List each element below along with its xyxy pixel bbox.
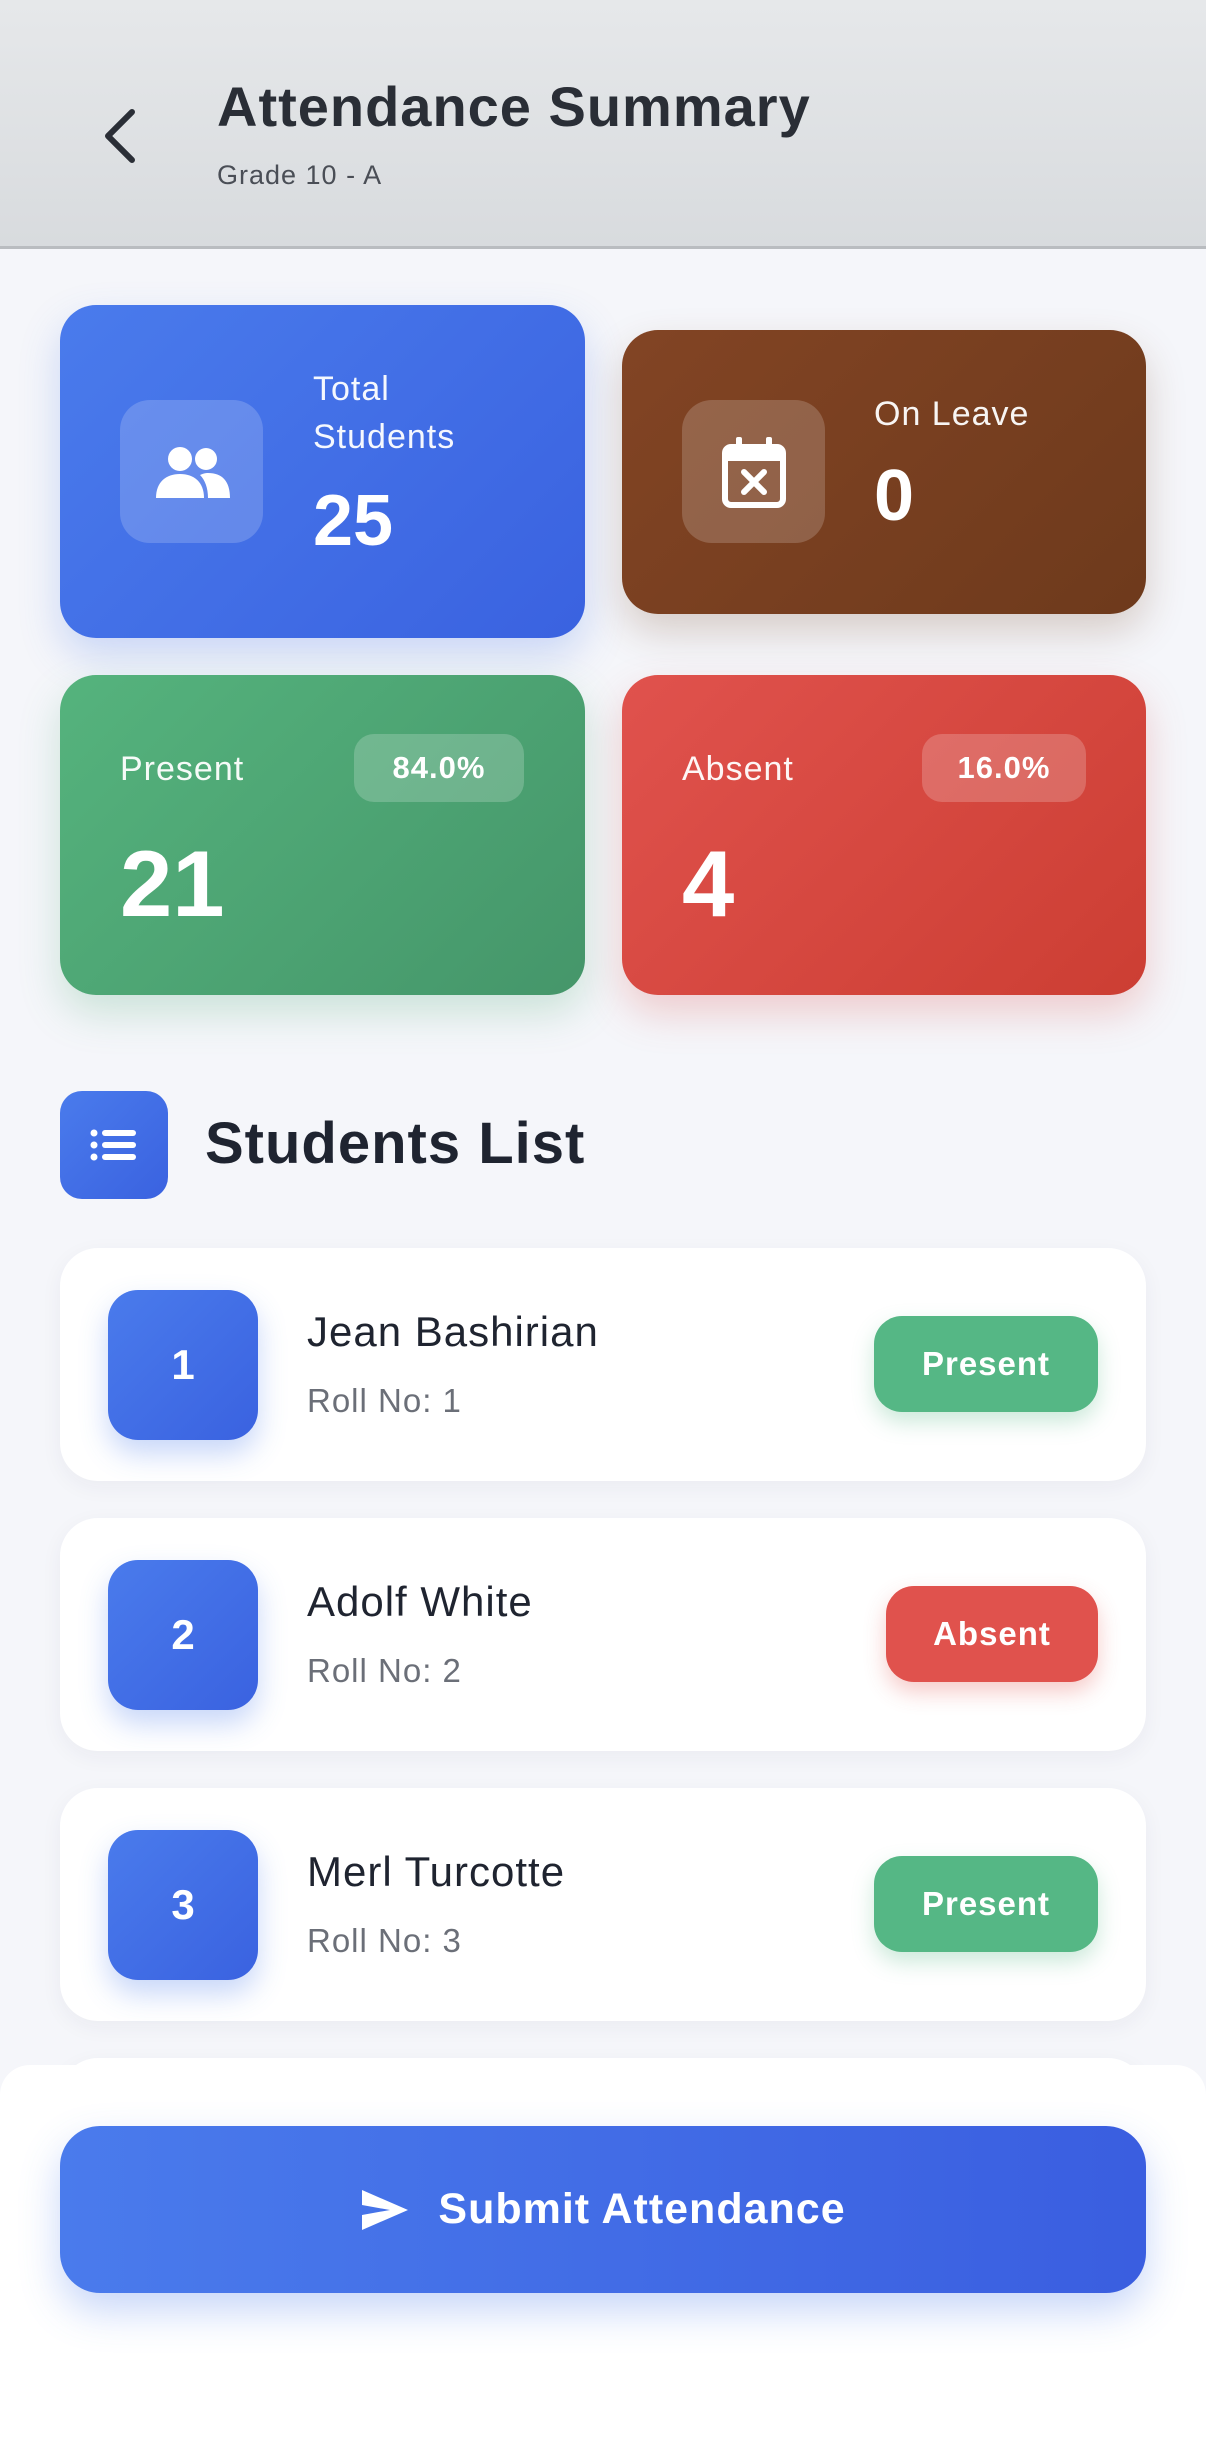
list-icon <box>90 1129 136 1161</box>
student-name: Jean Bashirian <box>307 1308 599 1355</box>
status-toggle-button[interactable]: Present <box>874 1316 1098 1412</box>
absent-card: Absent 16.0% 4 <box>622 675 1146 995</box>
absent-value: 4 <box>682 831 735 936</box>
chevron-left-icon <box>105 109 135 163</box>
on-leave-label: On Leave <box>874 395 1030 433</box>
submit-attendance-label: Submit Attendance <box>438 2185 846 2233</box>
student-row[interactable]: 2 Adolf White Roll No: 2 Absent <box>60 1518 1146 1751</box>
student-roll: Roll No: 2 <box>307 1652 462 1689</box>
app-header: Attendance Summary Grade 10 - A <box>0 0 1206 249</box>
student-number-avatar: 3 <box>108 1830 258 1980</box>
present-label: Present <box>120 750 245 788</box>
on-leave-card: On Leave 0 <box>622 330 1146 614</box>
back-button[interactable] <box>80 86 160 186</box>
calendar-x-icon <box>721 436 786 508</box>
student-roll: Roll No: 3 <box>307 1922 462 1959</box>
student-number-avatar: 1 <box>108 1290 258 1440</box>
student-name: Merl Turcotte <box>307 1848 566 1895</box>
submit-attendance-button[interactable]: Submit Attendance <box>60 2126 1146 2293</box>
people-icon-box <box>120 400 263 543</box>
present-card: Present 84.0% 21 <box>60 675 585 995</box>
student-number-avatar: 2 <box>108 1560 258 1710</box>
student-row[interactable]: 1 Jean Bashirian Roll No: 1 Present <box>60 1248 1146 1481</box>
total-students-value: 25 <box>313 481 394 561</box>
students-list-title: Students List <box>205 1111 586 1176</box>
page-title: Attendance Summary <box>217 75 811 138</box>
student-name: Adolf White <box>307 1578 533 1625</box>
absent-percent-badge: 16.0% <box>922 734 1086 802</box>
page-subtitle: Grade 10 - A <box>217 160 383 190</box>
total-students-card: Total Students 25 <box>60 305 585 638</box>
on-leave-value: 0 <box>874 456 915 536</box>
total-students-label: Total Students <box>313 370 456 456</box>
absent-label: Absent <box>682 750 794 788</box>
student-row[interactable]: 3 Merl Turcotte Roll No: 3 Present <box>60 1788 1146 2021</box>
status-toggle-button[interactable]: Present <box>874 1856 1098 1952</box>
student-roll: Roll No: 1 <box>307 1382 462 1419</box>
present-percent-badge: 84.0% <box>354 734 524 802</box>
send-icon <box>362 2189 409 2230</box>
calendar-icon-box <box>682 400 825 543</box>
people-icon <box>155 446 230 498</box>
students-list-icon-box <box>60 1091 168 1199</box>
present-value: 21 <box>120 831 225 936</box>
status-toggle-button[interactable]: Absent <box>886 1586 1098 1682</box>
